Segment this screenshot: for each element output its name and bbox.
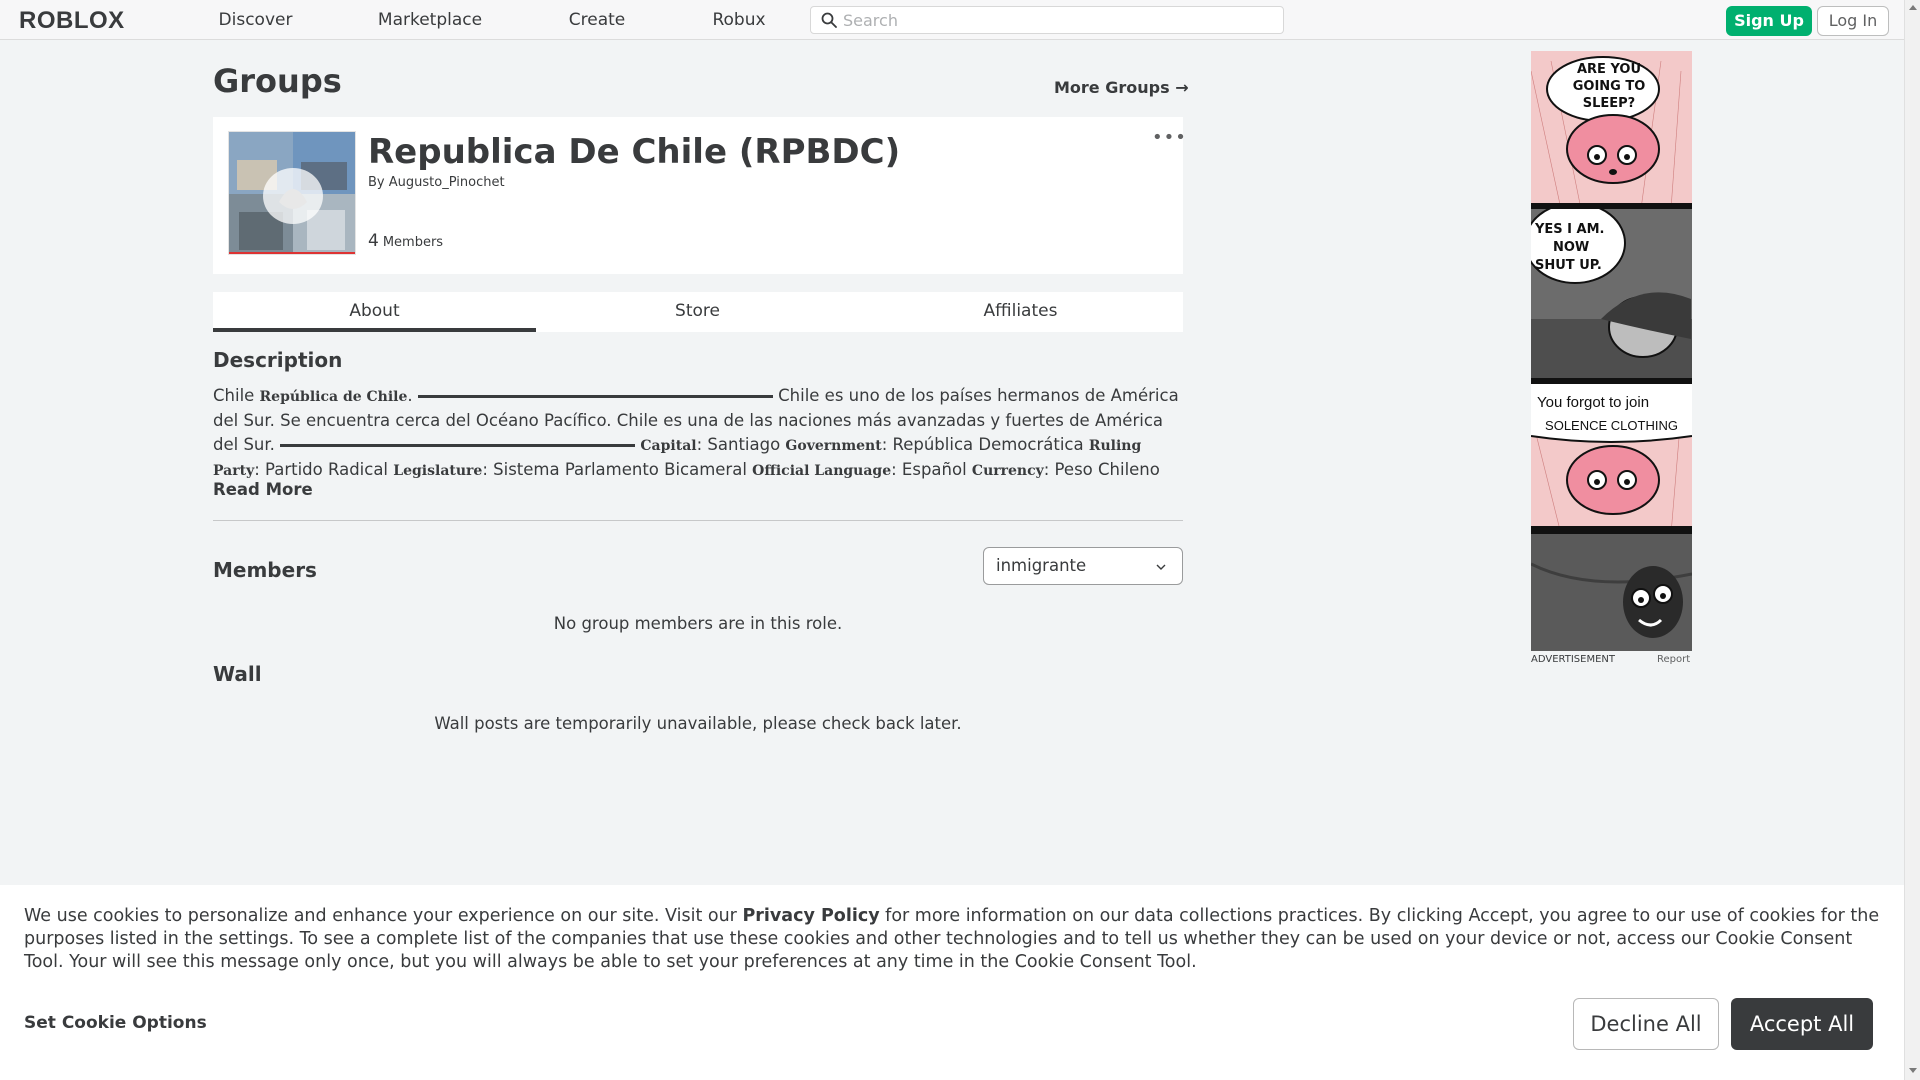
advertisement[interactable]: ARE YOU GOING TO SLEEP? YES I AM. NOW SH… [1531, 51, 1692, 651]
members-heading: Members [213, 558, 317, 582]
desc-key: Capital [640, 438, 697, 454]
desc-value: : Partido Radical [254, 460, 394, 479]
ad-report-link[interactable]: Report [1657, 654, 1690, 665]
role-dropdown-value: inmigrante [996, 556, 1087, 575]
desc-key: Government [785, 438, 882, 454]
section-divider [213, 520, 1183, 521]
desc-key: Currency [971, 463, 1044, 479]
chevron-down-icon [1156, 564, 1166, 570]
desc-part: República de Chile [259, 389, 408, 405]
search-input[interactable] [843, 7, 1273, 33]
page-scrollbar[interactable] [1904, 0, 1920, 1080]
desc-part: . [407, 386, 418, 405]
search-box[interactable] [810, 6, 1284, 34]
ad-panel-1-text: ARE YOU GOING TO SLEEP? [1572, 62, 1646, 111]
desc-value: : Sistema Parlamento Bicameral [482, 460, 753, 479]
desc-value: : Santiago [696, 435, 786, 454]
member-count-value: 4 [368, 231, 379, 251]
group-name: Republica De Chile (RPBDC) [368, 132, 901, 172]
group-owner: By Augusto_Pinochet [368, 175, 505, 190]
privacy-policy-link[interactable]: Privacy Policy [742, 906, 879, 926]
more-groups-link[interactable]: More Groups → [1054, 78, 1189, 97]
scroll-down-icon[interactable] [1909, 1068, 1917, 1073]
wall-heading: Wall [213, 662, 262, 686]
desc-key: Official Language [752, 463, 892, 479]
ad-panel-3-line-2: SOLENCE CLOTHING [1545, 418, 1678, 433]
ad-panel-2-line: YES I AM. [1535, 222, 1605, 237]
nav-marketplace[interactable]: Marketplace [370, 0, 490, 40]
more-options-icon[interactable]: ••• [1152, 127, 1187, 148]
cookie-banner: We use cookies to personalize and enhanc… [0, 885, 1904, 1080]
desc-value: : República Democrática [881, 435, 1089, 454]
group-emblem[interactable] [228, 131, 356, 255]
page-title: Groups [213, 62, 342, 100]
tab-store[interactable]: Store [536, 292, 859, 332]
accept-all-button[interactable]: Accept All [1731, 998, 1873, 1050]
nav-create[interactable]: Create [557, 0, 637, 40]
desc-value: : Peso Chileno [1043, 460, 1160, 479]
description-heading: Description [213, 348, 343, 372]
group-owner-by: By [368, 175, 385, 190]
divider-line [280, 444, 636, 447]
group-emblem-image [229, 132, 355, 254]
nav-robux[interactable]: Robux [700, 0, 778, 40]
member-count-label: Members [382, 235, 444, 250]
group-tabs: About Store Affiliates [213, 292, 1183, 332]
log-in-button[interactable]: Log In [1817, 6, 1889, 36]
tab-about[interactable]: About [213, 292, 536, 332]
read-more-button[interactable]: Read More [213, 480, 313, 499]
ad-panel-2-line: NOW [1553, 240, 1590, 255]
more-groups-label: More Groups [1054, 78, 1170, 97]
top-navigation: ROBLOX Discover Marketplace Create Robux… [0, 0, 1904, 40]
divider-line [417, 395, 773, 398]
scroll-up-icon[interactable] [1909, 5, 1917, 10]
group-owner-link[interactable]: Augusto_Pinochet [389, 175, 505, 190]
search-icon [821, 12, 837, 28]
ad-panel-2-line: SHUT UP. [1535, 258, 1602, 273]
nav-discover[interactable]: Discover [204, 0, 307, 40]
wall-empty-message: Wall posts are temporarily unavailable, … [434, 714, 962, 733]
description-text: Chile República de Chile. Chile es uno d… [213, 384, 1183, 483]
members-empty-message: No group members are in this role. [553, 614, 843, 633]
decline-all-button[interactable]: Decline All [1573, 998, 1719, 1050]
tab-affiliates[interactable]: Affiliates [859, 292, 1182, 332]
cookie-message: We use cookies to personalize and enhanc… [24, 905, 1884, 974]
group-header-card: Republica De Chile (RPBDC) By Augusto_Pi… [213, 117, 1186, 274]
desc-value: : Español [891, 460, 972, 479]
roblox-logo[interactable]: ROBLOX [19, 7, 125, 35]
set-cookie-options-link[interactable]: Set Cookie Options [24, 1013, 207, 1033]
group-member-count: 4 Members [368, 231, 443, 251]
sign-up-button[interactable]: Sign Up [1726, 6, 1812, 36]
cookie-text-part: We use cookies to personalize and enhanc… [24, 906, 743, 926]
ad-panel-2-text: YES I AM. NOW SHUT UP. [1535, 221, 1615, 275]
ad-panel-4 [1531, 534, 1692, 651]
role-dropdown[interactable]: inmigrante [983, 547, 1183, 585]
arrow-right-icon: → [1175, 78, 1189, 97]
advertisement-label: ADVERTISEMENT [1531, 654, 1616, 665]
desc-key: Legislature [393, 463, 483, 479]
ad-panel-3-line-1: You forgot to join [1537, 394, 1650, 411]
desc-part: Chile [213, 386, 260, 405]
